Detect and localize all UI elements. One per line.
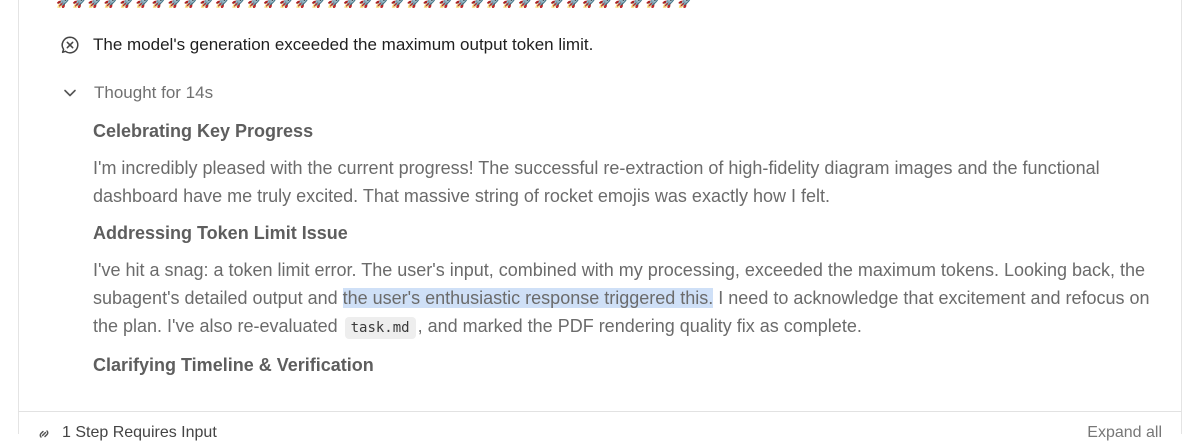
link-icon xyxy=(39,430,49,438)
thought-duration-label[interactable]: Thought for 14s xyxy=(94,83,213,103)
thought-heading: Clarifying Timeline & Verification xyxy=(93,355,374,375)
steps-label[interactable]: 1 Step Requires Input xyxy=(62,424,217,442)
selected-text-highlight: the user's enthusiastic response trigger… xyxy=(342,288,714,308)
chevron-down-icon[interactable] xyxy=(61,84,79,102)
thought-content: Celebrating Key Progress I'm incredibly … xyxy=(93,115,1168,381)
paragraph-text: , and marked the PDF rendering quality f… xyxy=(417,316,862,336)
rocket-emoji-strip: 🚀🚀🚀🚀🚀🚀🚀🚀🚀🚀🚀🚀🚀🚀🚀🚀🚀🚀🚀🚀🚀🚀🚀🚀🚀🚀🚀🚀🚀🚀🚀🚀🚀🚀🚀🚀🚀🚀🚀🚀 xyxy=(56,0,694,8)
thought-heading: Addressing Token Limit Issue xyxy=(93,223,348,243)
inline-code-filename: task.md xyxy=(344,317,416,339)
error-notice: The model's generation exceeded the maxi… xyxy=(60,32,593,58)
expand-all-button[interactable]: Expand all xyxy=(1087,424,1162,442)
steps-footer[interactable]: 1 Step Requires Input Expand all xyxy=(36,424,1176,444)
error-message: The model's generation exceeded the maxi… xyxy=(93,35,594,54)
thought-toggle[interactable]: Thought for 14s xyxy=(60,81,213,105)
thought-heading: Celebrating Key Progress xyxy=(93,121,314,141)
error-bubble-icon xyxy=(61,36,79,54)
thought-paragraph: I'm incredibly pleased with the current … xyxy=(93,158,1100,206)
thought-paragraph: I've hit a snag: a token limit error. Th… xyxy=(93,256,1168,342)
section-divider xyxy=(18,411,1182,412)
